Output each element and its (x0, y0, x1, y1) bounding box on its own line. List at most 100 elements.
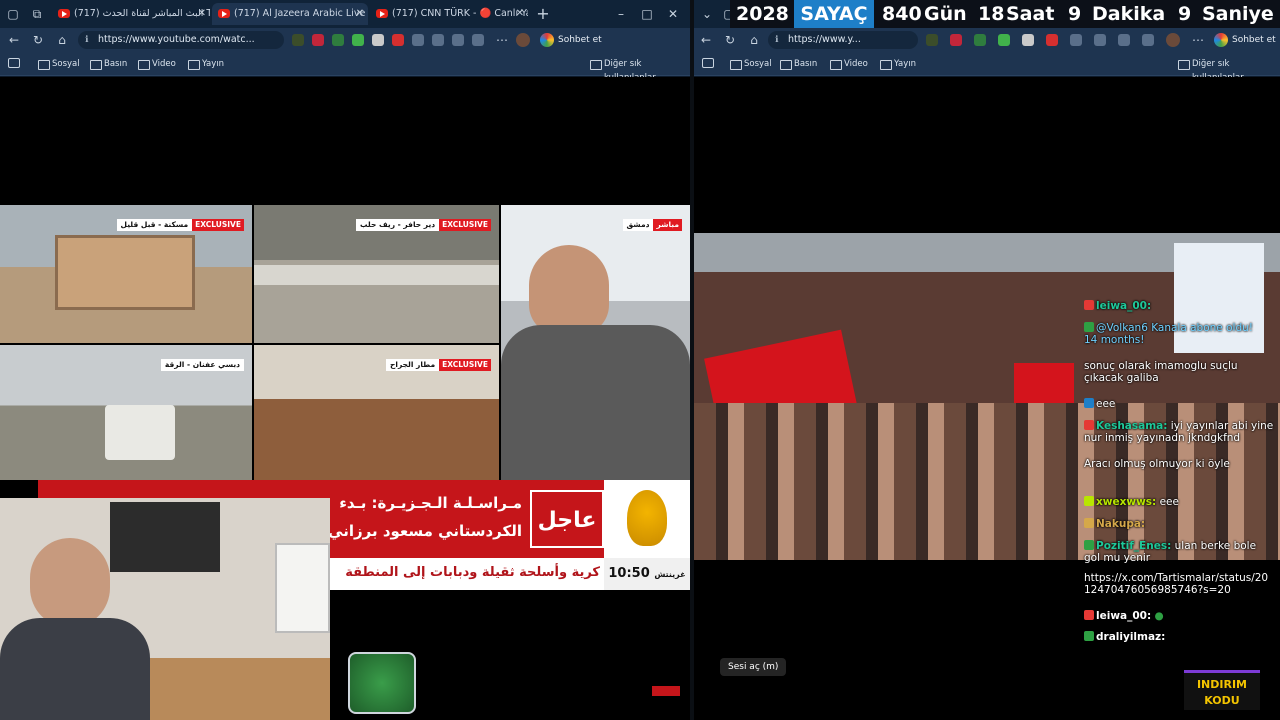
extension-icon[interactable] (292, 34, 304, 46)
tab-bar: ▢ ⧉ البث المباشر لقناة الحدث (717) Tube … (0, 0, 690, 28)
bookmark-yayin[interactable]: Yayın (880, 57, 916, 71)
countdown-counter: 2028 SAYAÇ 840 Gün 18 Saat 9 Dakika 9 Sa… (730, 0, 1280, 28)
extension-icon[interactable] (352, 34, 364, 46)
headline-line-2: الكردستاني مسعود برزاني (328, 522, 522, 540)
ticker-text: كرية وأسلحة ثقيلة ودبابات إلى المنطقة (345, 565, 600, 580)
home-button[interactable]: ⌂ (746, 32, 762, 48)
truck-shape (105, 405, 175, 460)
address-bar: ← ↻ ⌂ https://www.y... ⋯ Sohbet et (694, 28, 1280, 52)
counter-label: SAYAÇ (794, 0, 874, 28)
chat-message: @Volkan6 Kanala abone oldu! 14 months! (1084, 322, 1253, 346)
chat-link[interactable]: https://x.com/Tartismalar/status/2012470… (1084, 572, 1274, 596)
tab-aljazeera[interactable]: (717) Al Jazeera Arabic Live ... ✕ (212, 3, 368, 25)
close-tab-icon[interactable]: ✕ (198, 3, 206, 25)
extension-icon[interactable] (392, 34, 404, 46)
chat-message: draliyilmaz: (1084, 631, 1165, 643)
badge-icon (1084, 420, 1094, 430)
tab-cnnturk[interactable]: (717) CNN TÜRK - 🔴 Canlı Yayın ✕ (370, 3, 528, 25)
copilot-chat-button[interactable]: Sohbet et (1214, 31, 1276, 49)
copilot-chat-button[interactable]: Sohbet et (540, 31, 602, 49)
url-input[interactable]: https://www.youtube.com/watc... (78, 31, 284, 49)
chat-message: leiwa_00: ● (1084, 610, 1164, 622)
youtube-icon (58, 9, 70, 18)
counter-minutes: 9 (1068, 3, 1082, 25)
close-tab-icon[interactable]: ✕ (516, 3, 524, 25)
more-menu-icon[interactable]: ⋯ (1190, 32, 1206, 48)
tab-menu-icon[interactable]: ⌄ (698, 5, 716, 23)
counter-hours: 18 (978, 3, 1005, 25)
left-browser-window: ▢ ⧉ البث المباشر لقناة الحدث (717) Tube … (0, 0, 690, 720)
extension-icon[interactable] (1070, 34, 1082, 46)
whiteboard (275, 543, 330, 633)
extension-icon[interactable] (312, 34, 324, 46)
badge-icon (1084, 610, 1094, 620)
close-window-button[interactable]: ✕ (664, 5, 682, 23)
extension-icon[interactable] (926, 34, 938, 46)
aljazeera-logo (604, 480, 690, 558)
streamer-webcam (0, 498, 330, 720)
streamer-head (30, 538, 110, 628)
badge-icon (1084, 300, 1094, 310)
tab-alhadath[interactable]: البث المباشر لقناة الحدث (717) Tube ✕ (52, 3, 210, 25)
chat-message: Pozitif_Enes: ulan berke bole gol mu yen… (1084, 540, 1257, 564)
bookmark-yayin[interactable]: Yayın (188, 57, 224, 71)
jar-icon (348, 652, 416, 714)
extension-icon[interactable] (1022, 34, 1034, 46)
close-tab-icon[interactable]: ✕ (356, 3, 364, 25)
tab-actions-icon[interactable]: ⧉ (28, 5, 46, 23)
bookmarks-bar: Sosyal Basın Video Yayın Diğer sık kulla… (0, 52, 690, 83)
bookmark-sosyal[interactable]: Sosyal (38, 57, 80, 71)
back-button[interactable]: ← (6, 32, 22, 48)
rally-video-frame (694, 233, 1280, 560)
chat-message: sonuç olarak imamoglu suçlu çıkacak gali… (1084, 360, 1238, 384)
news-tile: دير حافر - ريف حلب EXCLUSIVE (254, 205, 499, 343)
bookmark-video[interactable]: Video (830, 57, 868, 71)
extension-icon[interactable] (974, 34, 986, 46)
bookmark-sosyal[interactable]: Sosyal (730, 57, 772, 71)
back-button[interactable]: ← (698, 32, 714, 48)
bookmark-basin[interactable]: Basın (780, 57, 817, 71)
split-screen-icon[interactable] (1094, 34, 1106, 46)
profile-avatar[interactable] (1166, 33, 1180, 47)
chat-message: Keshasama: iyi yayınlar abi yine nur inm… (1084, 420, 1274, 444)
address-bar: ← ↻ ⌂ https://www.youtube.com/watc... ⋯ … (0, 28, 690, 52)
extensions-icon[interactable] (1118, 34, 1130, 46)
url-input[interactable]: https://www.y... (768, 31, 918, 49)
home-button[interactable]: ⌂ (54, 32, 70, 48)
favorites-icon[interactable] (472, 34, 484, 46)
extension-icon[interactable] (332, 34, 344, 46)
extension-icon[interactable] (950, 34, 962, 46)
building-shape (55, 235, 195, 310)
split-screen-icon[interactable] (432, 34, 444, 46)
badge-icon (1084, 496, 1094, 506)
bookmark-video[interactable]: Video (138, 57, 176, 71)
counter-seconds-unit: Saniye (1202, 3, 1274, 25)
counter-year: 2028 (736, 3, 789, 25)
bookmark-basin[interactable]: Basın (90, 57, 127, 71)
anchor-head (529, 245, 609, 335)
minimize-button[interactable]: – (612, 5, 630, 23)
extensions-icon[interactable] (452, 34, 464, 46)
chat-message: leiwa_00: (1084, 300, 1151, 312)
maximize-button[interactable]: □ (638, 5, 656, 23)
extension-icon[interactable] (1046, 34, 1058, 46)
news-mosaic: مسكنة - قبل قليل EXCLUSIVE دير حافر - ريف… (0, 205, 690, 480)
sidebar-toggle-icon[interactable] (702, 58, 714, 68)
extension-icon[interactable] (372, 34, 384, 46)
extension-icon[interactable] (998, 34, 1010, 46)
bookmarks-bar: Sosyal Basın Video Yayın Diğer sık kulla… (694, 52, 1280, 83)
aljazeera-logo-icon (627, 490, 667, 546)
workspaces-icon[interactable]: ▢ (4, 5, 22, 23)
unmute-tooltip: Sesi aç (m) (720, 658, 787, 676)
news-tile: مطار الجراح EXCLUSIVE (254, 345, 499, 480)
favorites-icon[interactable] (1142, 34, 1154, 46)
sidebar-toggle-icon[interactable] (8, 58, 20, 68)
refresh-button[interactable]: ↻ (722, 32, 738, 48)
new-tab-button[interactable]: + (534, 5, 552, 23)
news-studio-tile: دمشق مباشر (501, 205, 690, 480)
profile-avatar[interactable] (516, 33, 530, 47)
counter-seconds: 9 (1178, 3, 1192, 25)
extension-icon[interactable] (412, 34, 424, 46)
refresh-button[interactable]: ↻ (30, 32, 46, 48)
more-menu-icon[interactable]: ⋯ (494, 32, 510, 48)
